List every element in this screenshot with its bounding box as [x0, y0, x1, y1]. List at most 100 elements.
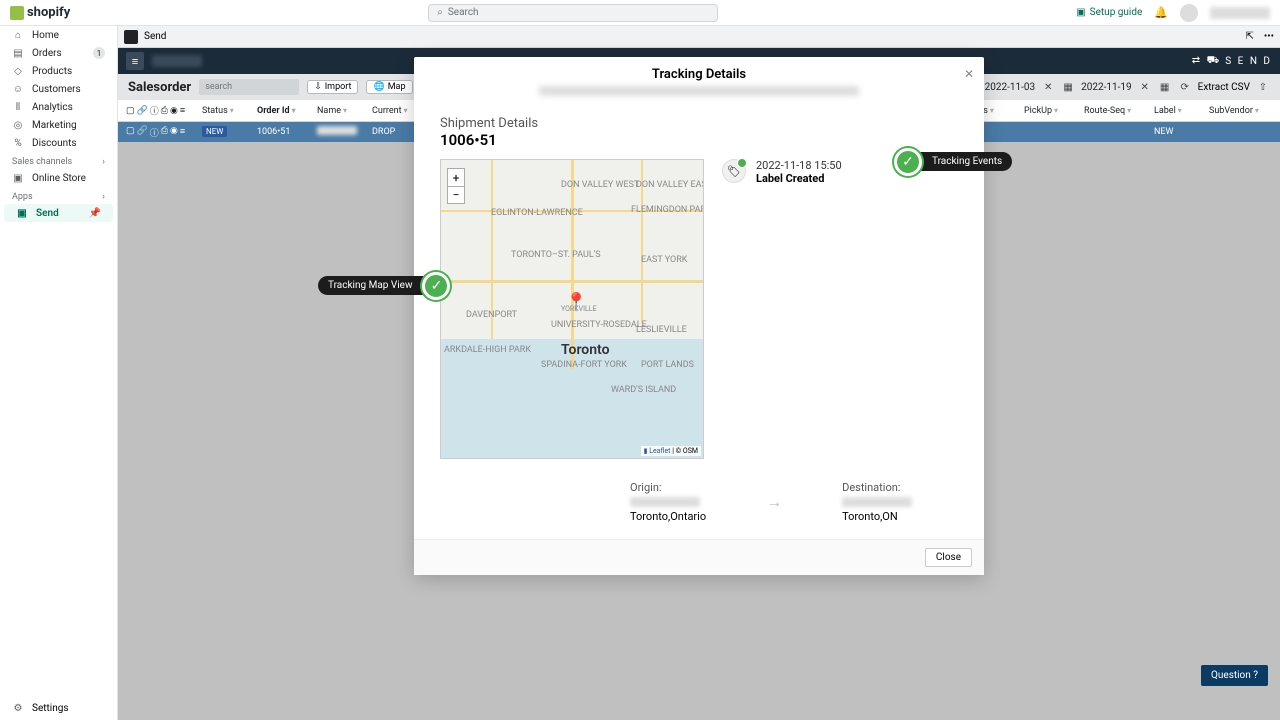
arrow-right-icon: → [766, 492, 782, 512]
status-badge: NEW [202, 126, 227, 137]
topbar-right: ▣ Setup guide 🔔 [1076, 4, 1270, 22]
chevron-right-icon[interactable]: › [102, 192, 105, 202]
order-search-input[interactable] [199, 79, 299, 95]
zoom-out-button[interactable]: − [447, 186, 465, 204]
destination-city: Toronto,ON [842, 510, 912, 523]
tracking-details-modal: Tracking Details ✕ Shipment Details 1006… [414, 57, 984, 575]
filter-icon[interactable]: ▾ [404, 106, 408, 115]
chevron-right-icon[interactable]: › [102, 157, 105, 167]
section-apps: Apps› [0, 187, 117, 204]
print-icon[interactable]: ⎙ [161, 106, 168, 116]
map-city-label: Toronto [561, 342, 610, 358]
modal-header: Tracking Details ✕ [414, 57, 984, 102]
embed-title-redacted [152, 55, 202, 67]
select-icon[interactable]: ▢ [126, 126, 135, 139]
check-icon: ✓ [422, 272, 450, 300]
name-redacted [317, 126, 357, 135]
check-icon: ✓ [894, 148, 922, 176]
store-icon: ▣ [12, 172, 24, 184]
map-button[interactable]: 🌐Map [366, 80, 412, 94]
app-title: Send [144, 31, 166, 42]
nav-customers[interactable]: ☺Customers [0, 80, 117, 98]
orders-icon: ▤ [12, 47, 24, 59]
more-icon[interactable]: ••• [1264, 31, 1274, 42]
close-button[interactable]: Close [925, 548, 972, 567]
global-search[interactable]: ⌕ Search [428, 4, 718, 22]
send-app-icon: ▣ [16, 207, 28, 219]
app-icon [124, 30, 138, 44]
setup-guide-link[interactable]: ▣ Setup guide [1076, 7, 1142, 18]
page-title: Salesorder [128, 80, 191, 95]
menu-icon[interactable]: ≡ [126, 52, 144, 70]
pin-icon[interactable]: 📌 [89, 208, 101, 219]
topbar: shopify ⌕ Search ▣ Setup guide 🔔 [0, 0, 1280, 26]
customers-icon: ☺ [12, 83, 24, 95]
loc-icon[interactable]: ◉ [170, 126, 178, 139]
marketing-icon: ◎ [12, 119, 24, 131]
modal-title: Tracking Details [414, 67, 984, 82]
calendar-icon[interactable]: ▦ [1061, 80, 1075, 94]
filter-icon[interactable]: ▾ [292, 106, 296, 115]
nav-home[interactable]: ⌂Home [0, 26, 117, 44]
nav-marketing[interactable]: ◎Marketing [0, 116, 117, 134]
extract-csv-button[interactable]: Extract CSV [1198, 82, 1250, 93]
order-id-cell: 1006•51 [253, 127, 313, 137]
destination-block: Destination: Toronto,ON [842, 481, 912, 523]
nav-discounts[interactable]: %Discounts [0, 134, 117, 152]
link-icon[interactable]: 🔗 [137, 126, 148, 139]
calendar-icon[interactable]: ▦ [1158, 80, 1172, 94]
filter-icon[interactable]: ▾ [990, 106, 994, 115]
link-icon[interactable]: 🔗 [137, 106, 148, 116]
origin-city: Toronto,Ontario [630, 510, 706, 523]
status-new-cell: NEW [1154, 127, 1174, 137]
modal-footer: Close [414, 539, 984, 575]
pin-icon[interactable]: ⇱ [1245, 31, 1253, 42]
app-header: Send ⇱ ••• [118, 26, 1280, 48]
select-icon[interactable]: ▢ [126, 106, 135, 116]
event-timestamp: 2022-11-18 15:50 [756, 159, 842, 172]
nav-online-store[interactable]: ▣Online Store [0, 169, 117, 187]
send-logo: ⇄ ⛟ S E N D [1192, 55, 1272, 68]
list-icon[interactable]: ≡ [180, 105, 185, 116]
nav-orders[interactable]: ▤Orders1 [0, 44, 117, 62]
map-attribution: ▮ Leaflet | © OSM [641, 446, 701, 456]
destination-redacted [842, 497, 912, 507]
close-icon[interactable]: ✕ [964, 67, 974, 81]
question-button[interactable]: Question ? [1201, 665, 1268, 686]
sidebar: ⌂Home ▤Orders1 ◇Products ☺Customers ⫴Ana… [0, 26, 118, 720]
loc-icon[interactable]: ◉ [170, 106, 178, 116]
search-wrap: ⌕ Search [70, 4, 1076, 22]
info-icon[interactable]: ⓘ [150, 104, 159, 117]
print-icon[interactable]: ⎙ [161, 126, 168, 139]
refresh-icon[interactable]: ⟳ [1178, 80, 1192, 94]
clear-date-icon[interactable]: ✕ [1138, 80, 1152, 94]
shopify-bag-icon [10, 6, 24, 20]
clear-date-icon[interactable]: ✕ [1041, 80, 1055, 94]
gear-icon: ⚙ [12, 702, 24, 714]
info-icon[interactable]: ⓘ [150, 126, 159, 139]
notifications-icon[interactable]: 🔔 [1154, 6, 1168, 19]
list-icon[interactable]: ≡ [180, 126, 185, 139]
analytics-icon: ⫴ [12, 101, 24, 113]
nav-analytics[interactable]: ⫴Analytics [0, 98, 117, 116]
origin-redacted [630, 497, 700, 507]
filter-icon[interactable]: ▾ [343, 106, 347, 115]
brand-logo[interactable]: shopify [10, 5, 70, 20]
nav-settings[interactable]: ⚙Settings [0, 696, 117, 720]
avatar[interactable] [1180, 4, 1198, 22]
modal-subtitle-redacted [539, 86, 859, 96]
filter-icon[interactable]: ▾ [1255, 106, 1259, 115]
tracking-events: 🏷 2022-11-18 15:50 Label Created [722, 159, 958, 459]
upload-icon[interactable]: ⇧ [1256, 80, 1270, 94]
tracking-map[interactable]: DON VALLEY WEST DON VALLEY EAST EGLINTON… [440, 159, 704, 459]
filter-icon[interactable]: ▾ [1178, 106, 1182, 115]
nav-products[interactable]: ◇Products [0, 62, 117, 80]
filter-icon[interactable]: ▾ [1054, 106, 1058, 115]
filter-icon[interactable]: ▾ [1127, 106, 1131, 115]
import-button[interactable]: ⇩Import [307, 80, 358, 94]
cart-icon: ▣ [1076, 7, 1085, 18]
nav-send-app[interactable]: ▣Send📌 [4, 204, 113, 222]
map-pin-icon: 📍 [565, 292, 587, 313]
zoom-in-button[interactable]: + [447, 168, 465, 186]
filter-icon[interactable]: ▾ [230, 106, 234, 115]
